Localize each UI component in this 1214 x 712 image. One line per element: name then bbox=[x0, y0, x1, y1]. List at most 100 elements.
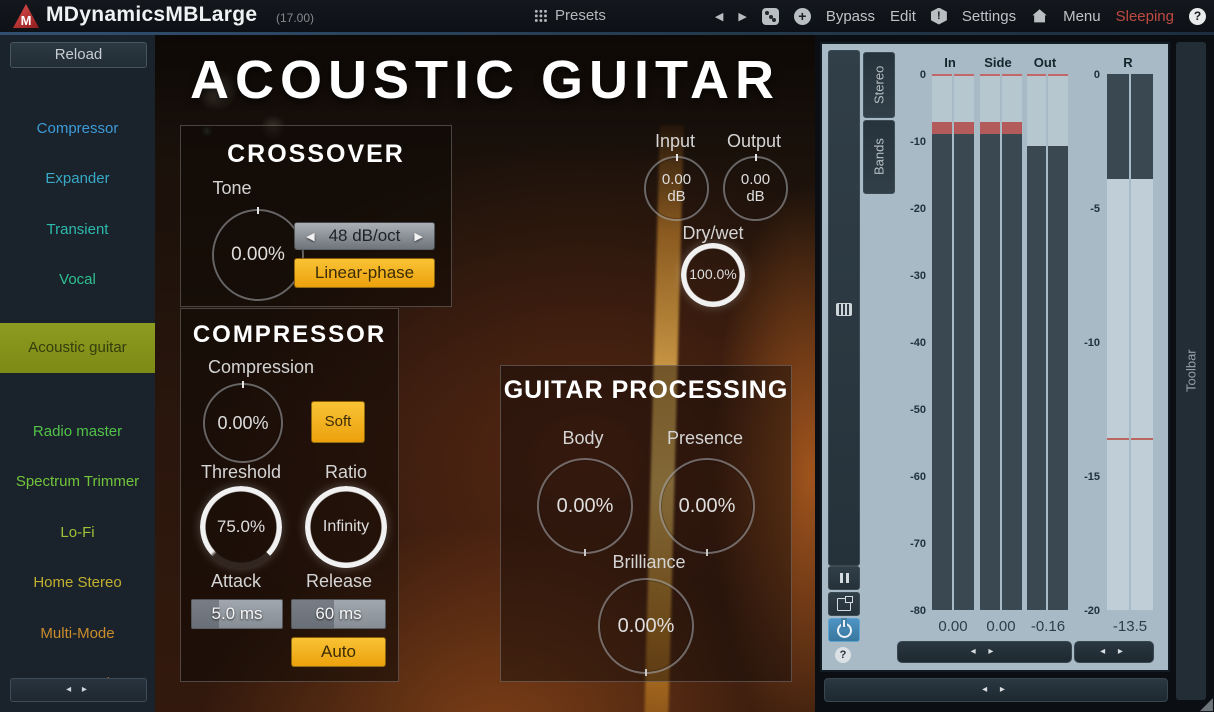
meter-bar-side-left bbox=[980, 74, 1000, 610]
crossover-title: CROSSOVER bbox=[181, 140, 451, 169]
sidebar-item-vocal[interactable]: Vocal bbox=[0, 255, 155, 305]
analyzer-collapse-strip[interactable] bbox=[828, 50, 860, 566]
meter-bar-side-right bbox=[1002, 74, 1022, 610]
scale--80: -80 bbox=[892, 605, 926, 617]
compressor-title: COMPRESSOR bbox=[181, 321, 398, 349]
r-scale--5: -5 bbox=[1066, 203, 1100, 215]
r-scale--10: -10 bbox=[1066, 337, 1100, 349]
sidebar-item-acoustic-guitar-selected[interactable]: Acoustic guitar bbox=[0, 323, 155, 373]
tab-bands[interactable]: Bands bbox=[863, 120, 895, 194]
release-label: Release bbox=[294, 571, 384, 592]
meter-bar-r-right bbox=[1131, 74, 1153, 610]
main-editor-area: ACOUSTIC GUITAR CROSSOVER Tone 0.00% ◀ 4… bbox=[155, 35, 815, 712]
slope-value: 48 dB/oct bbox=[329, 226, 401, 246]
output-label: Output bbox=[709, 131, 799, 152]
help-icon[interactable]: ? bbox=[1189, 8, 1206, 25]
compressor-panel: COMPRESSOR Compression 0.00% Soft Thresh… bbox=[180, 308, 399, 682]
attack-label: Attack bbox=[191, 571, 281, 592]
brilliance-label: Brilliance bbox=[549, 552, 749, 573]
next-preset-button[interactable]: ▶ bbox=[738, 10, 746, 23]
input-label: Input bbox=[630, 131, 720, 152]
output-gain-knob[interactable]: 0.00 dB bbox=[723, 156, 788, 221]
window-resize-grip[interactable]: ◢ bbox=[1200, 695, 1213, 712]
meter-bar-out-left bbox=[1027, 74, 1046, 610]
reload-button[interactable]: Reload bbox=[10, 42, 147, 68]
pause-icon bbox=[840, 573, 849, 583]
sleeping-status[interactable]: Sleeping bbox=[1116, 8, 1174, 25]
meter-power-button[interactable] bbox=[828, 618, 860, 642]
sidebar-item-expander[interactable]: Expander bbox=[0, 154, 155, 204]
slope-next-icon[interactable]: ▶ bbox=[414, 230, 422, 243]
brilliance-value: 0.00% bbox=[618, 615, 675, 637]
sidebar-item-compressor[interactable]: Compressor bbox=[0, 104, 155, 154]
presets-button[interactable]: Presets bbox=[534, 7, 606, 24]
sidebar-collapse-button[interactable]: ◂ ▸ bbox=[10, 678, 147, 702]
release-slider[interactable]: 60 ms bbox=[291, 599, 386, 629]
sidebar-item-multi-mode[interactable]: Multi-Mode bbox=[0, 609, 155, 659]
r-scale--20: -20 bbox=[1066, 605, 1100, 617]
drywet-label: Dry/wet bbox=[668, 223, 758, 244]
crossover-slope-selector[interactable]: ◀ 48 dB/oct ▶ bbox=[294, 222, 435, 250]
toolbar-strip[interactable]: Toolbar bbox=[1176, 42, 1206, 700]
input-gain-knob[interactable]: 0.00 dB bbox=[644, 156, 709, 221]
bypass-button[interactable]: Bypass bbox=[826, 8, 875, 25]
popout-icon bbox=[837, 598, 851, 611]
presence-label: Presence bbox=[655, 428, 755, 449]
threshold-label: Threshold bbox=[191, 462, 291, 483]
presets-label: Presets bbox=[555, 7, 606, 24]
drywet-knob[interactable]: 100.0% bbox=[681, 243, 745, 307]
tab-stereo[interactable]: Stereo bbox=[863, 52, 895, 118]
drywet-ring bbox=[681, 243, 745, 307]
sidebar-item-home-stereo[interactable]: Home Stereo bbox=[0, 558, 155, 608]
sidebar-item-spectrum-trimmer[interactable]: Spectrum Trimmer bbox=[0, 457, 155, 507]
plugin-version: (17.00) bbox=[276, 11, 314, 25]
meter-zoom-scrollbar[interactable]: ◂ ▸ bbox=[897, 641, 1072, 663]
output-unit: dB bbox=[741, 189, 770, 206]
melda-logo-icon[interactable]: M bbox=[13, 4, 39, 28]
threshold-knob[interactable]: 75.0% bbox=[200, 486, 282, 568]
slope-prev-icon[interactable]: ◀ bbox=[306, 230, 314, 243]
meter-help-button[interactable]: ? bbox=[828, 644, 858, 666]
sidebar-item-lo-fi[interactable]: Lo-Fi bbox=[0, 508, 155, 558]
input-unit: dB bbox=[662, 189, 691, 206]
home-icon[interactable] bbox=[1031, 8, 1048, 24]
keyboard-icon bbox=[836, 303, 852, 316]
attack-slider[interactable]: 5.0 ms bbox=[191, 599, 283, 629]
scale--70: -70 bbox=[892, 538, 926, 550]
threshold-ring bbox=[200, 486, 282, 568]
scale--20: -20 bbox=[892, 203, 926, 215]
plugin-window: M MDynamicsMBLarge (17.00) Presets ◀ ▶ +… bbox=[0, 0, 1214, 712]
menu-button[interactable]: Menu bbox=[1063, 8, 1101, 25]
popout-button[interactable] bbox=[828, 592, 860, 616]
ratio-knob[interactable]: Infinity bbox=[305, 486, 387, 568]
meter-panel-scrollbar[interactable]: ◂ ▸ bbox=[824, 678, 1168, 702]
sidebar-item-transient[interactable]: Transient bbox=[0, 205, 155, 255]
settings-button[interactable]: Settings bbox=[962, 8, 1016, 25]
r-meter-zoom-scrollbar[interactable]: ◂ ▸ bbox=[1074, 641, 1154, 663]
meter-label-in: In bbox=[927, 55, 973, 70]
linear-phase-button[interactable]: Linear-phase bbox=[294, 258, 435, 288]
meter-bar-in-right bbox=[954, 74, 974, 610]
auto-release-button[interactable]: Auto bbox=[291, 637, 386, 667]
compression-value: 0.00% bbox=[217, 413, 268, 433]
limiter-warning-icon[interactable]: ! bbox=[931, 8, 947, 25]
brilliance-knob[interactable]: 0.00% bbox=[598, 578, 694, 674]
scale--40: -40 bbox=[892, 337, 926, 349]
readout-r: -13.5 bbox=[1100, 618, 1160, 635]
scale--10: -10 bbox=[892, 136, 926, 148]
pause-button[interactable] bbox=[828, 566, 860, 590]
tone-knob[interactable]: 0.00% bbox=[212, 209, 304, 301]
random-preset-icon[interactable] bbox=[762, 8, 779, 25]
prev-preset-button[interactable]: ◀ bbox=[715, 10, 723, 23]
add-icon[interactable]: + bbox=[794, 8, 811, 25]
sidebar-item-radio-master[interactable]: Radio master bbox=[0, 407, 155, 457]
compression-knob[interactable]: 0.00% bbox=[203, 383, 283, 463]
body-knob[interactable]: 0.00% bbox=[537, 458, 633, 554]
presence-knob[interactable]: 0.00% bbox=[659, 458, 755, 554]
body-label: Body bbox=[538, 428, 628, 449]
tone-label: Tone bbox=[188, 178, 276, 199]
titlebar: M MDynamicsMBLarge (17.00) Presets ◀ ▶ +… bbox=[0, 0, 1214, 32]
meter-bar-out-right bbox=[1048, 74, 1068, 610]
edit-button[interactable]: Edit bbox=[890, 8, 916, 25]
soft-knee-button[interactable]: Soft bbox=[311, 401, 365, 443]
